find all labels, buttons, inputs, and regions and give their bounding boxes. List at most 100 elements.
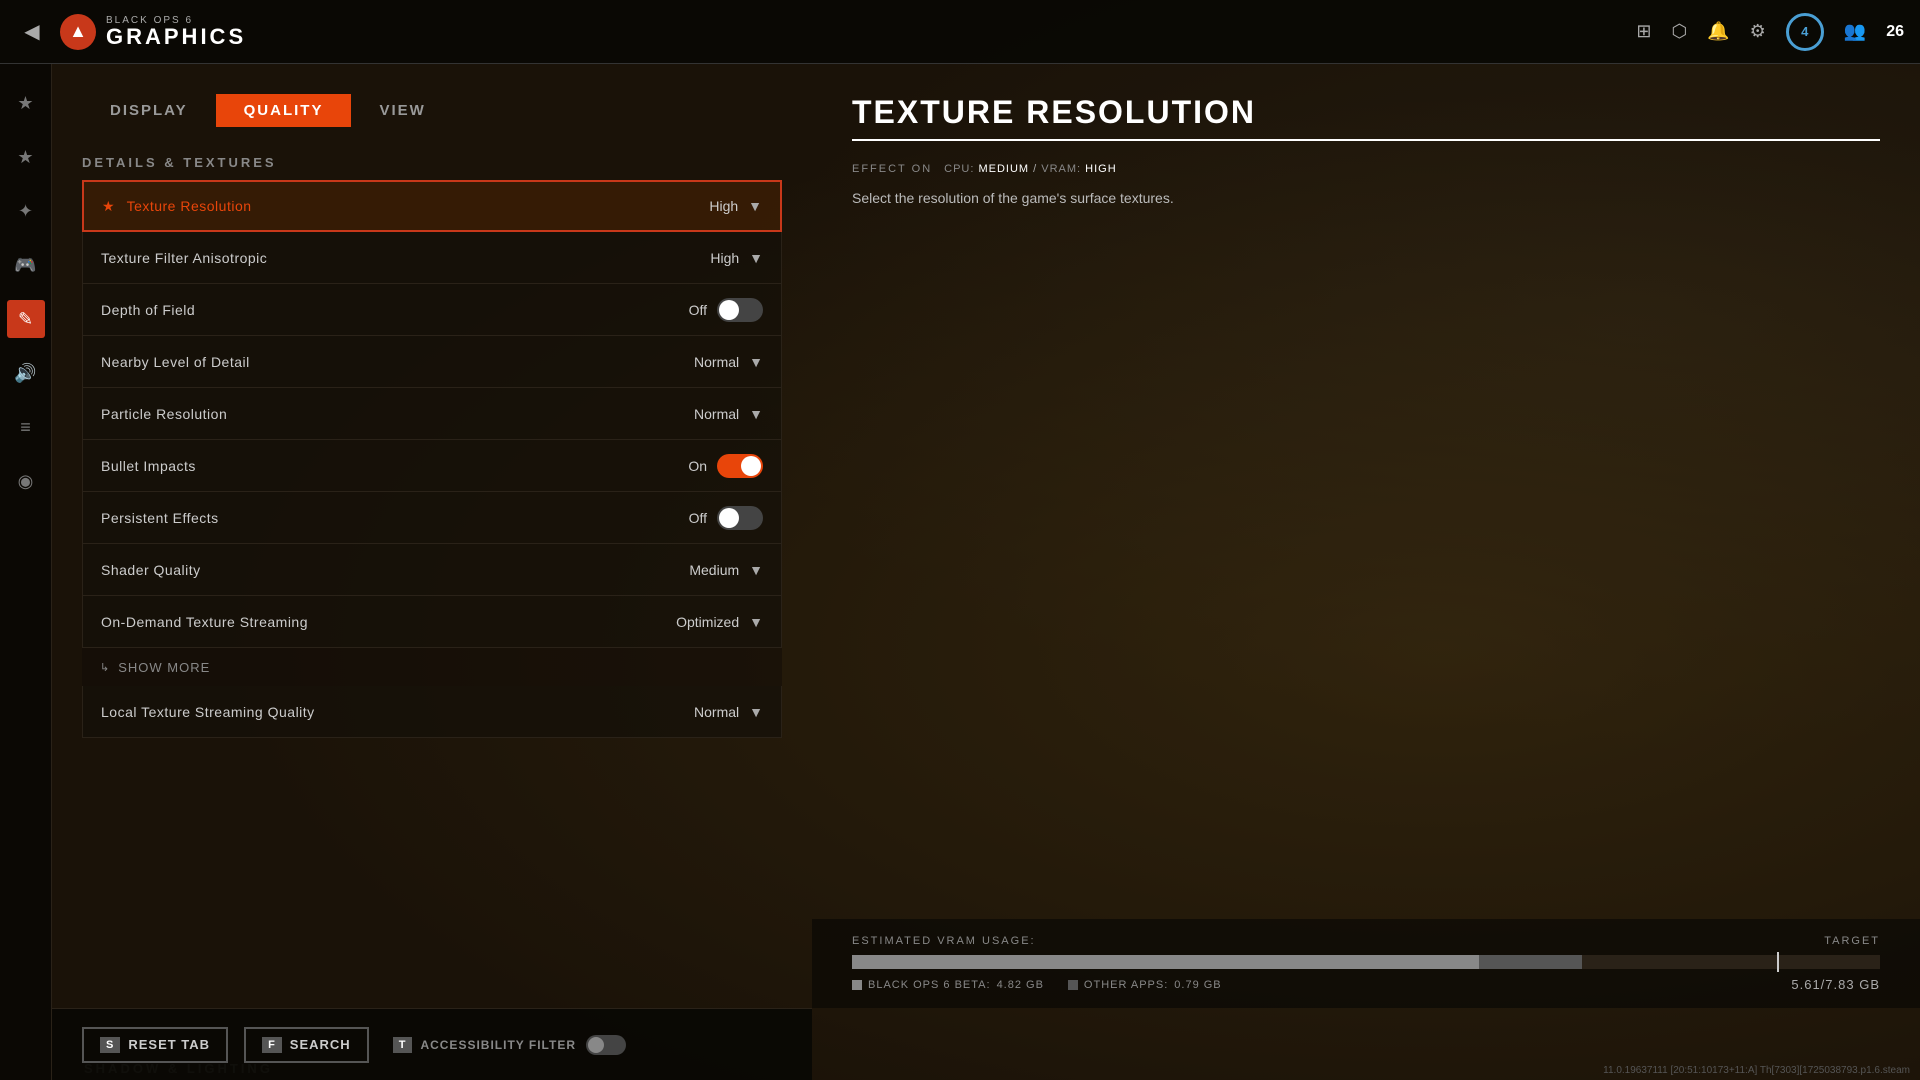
tab-display[interactable]: DISPLAY bbox=[82, 94, 216, 127]
setting-row-shader-quality[interactable]: Shader Quality Medium ▼ bbox=[82, 544, 782, 596]
accessibility-label: ACCESSIBILITY FILTER bbox=[420, 1038, 576, 1052]
sidebar-item-controller[interactable]: 🎮 bbox=[7, 246, 45, 284]
setting-value-nearby-lod: Normal ▼ bbox=[563, 354, 763, 370]
setting-row-texture-filter[interactable]: Texture Filter Anisotropic High ▼ bbox=[82, 232, 782, 284]
setting-name-local-streaming: Local Texture Streaming Quality bbox=[101, 704, 563, 720]
setting-row-ondemand-streaming[interactable]: On-Demand Texture Streaming Optimized ▼ bbox=[82, 596, 782, 648]
accessibility-key: T bbox=[393, 1037, 413, 1053]
setting-value-text-bullet-impacts: On bbox=[688, 458, 707, 474]
accessibility-toggle-knob bbox=[588, 1037, 604, 1053]
setting-name-particle-resolution: Particle Resolution bbox=[101, 406, 563, 422]
search-button[interactable]: F SEARCH bbox=[244, 1027, 369, 1063]
setting-row-texture-resolution[interactable]: ★ Texture Resolution High ▼ bbox=[82, 180, 782, 232]
dropdown-arrow-particle-resolution: ▼ bbox=[749, 406, 763, 422]
vram-label-s: VRAM: bbox=[1041, 163, 1085, 175]
info-description: Select the resolution of the game's surf… bbox=[852, 187, 1352, 209]
setting-value-text-depth-of-field: Off bbox=[689, 302, 707, 318]
setting-value-text-particle-resolution: Normal bbox=[694, 406, 739, 422]
setting-value-bullet-impacts: On bbox=[563, 454, 763, 478]
reset-key: S bbox=[100, 1037, 120, 1053]
sidebar-item-special[interactable]: ✦ bbox=[7, 192, 45, 230]
back-button[interactable]: ◀ bbox=[16, 16, 48, 48]
gear-icon[interactable]: ⚙ bbox=[1750, 21, 1766, 42]
setting-row-particle-resolution[interactable]: Particle Resolution Normal ▼ bbox=[82, 388, 782, 440]
search-label: SEARCH bbox=[290, 1037, 351, 1052]
logo: ▲ BLACK OPS 6 GRAPHICS bbox=[60, 14, 246, 50]
setting-value-text-local-streaming: Normal bbox=[694, 704, 739, 720]
cpu-label-s: CPU: bbox=[944, 163, 978, 175]
accessibility-toggle[interactable] bbox=[586, 1035, 626, 1055]
setting-name-shader-quality: Shader Quality bbox=[101, 562, 563, 578]
reset-tab-button[interactable]: S RESET TAB bbox=[82, 1027, 228, 1063]
friends-count: 26 bbox=[1886, 23, 1904, 41]
show-more-row[interactable]: ↳ SHOW MORE bbox=[82, 648, 782, 686]
right-panel: Texture Resolution EFFECT ON CPU: MEDIUM… bbox=[812, 64, 1920, 1080]
sidebar-item-favorites[interactable]: ★ bbox=[7, 84, 45, 122]
grid-icon[interactable]: ⊞ bbox=[1636, 21, 1651, 42]
sidebar-item-network[interactable]: ◉ bbox=[7, 462, 45, 500]
info-title: Texture Resolution bbox=[852, 94, 1880, 141]
level-circle: 4 bbox=[1786, 13, 1824, 51]
tabs-container: DISPLAY QUALITY VIEW bbox=[82, 94, 782, 127]
show-more-arrow-icon: ↳ bbox=[100, 661, 110, 674]
setting-name-depth-of-field: Depth of Field bbox=[101, 302, 563, 318]
nav-right: ⊞ ⬡ 🔔 ⚙ 4 👥 26 bbox=[1636, 13, 1904, 51]
dropdown-arrow-local-streaming: ▼ bbox=[749, 704, 763, 720]
setting-row-persistent-effects[interactable]: Persistent Effects Off bbox=[82, 492, 782, 544]
sidebar-item-interface[interactable]: ≡ bbox=[7, 408, 45, 446]
search-key: F bbox=[262, 1037, 282, 1053]
tab-quality[interactable]: QUALITY bbox=[216, 94, 352, 127]
toggle-persistent-effects[interactable] bbox=[717, 506, 763, 530]
game-logo-icon: ▲ bbox=[60, 14, 96, 50]
sidebar-item-star2[interactable]: ★ bbox=[7, 138, 45, 176]
star-icon: ★ bbox=[102, 198, 115, 215]
hexagon-icon[interactable]: ⬡ bbox=[1672, 21, 1688, 42]
main-content: DISPLAY QUALITY VIEW DETAILS & TEXTURES … bbox=[52, 64, 1920, 1080]
sidebar-item-audio[interactable]: 🔊 bbox=[7, 354, 45, 392]
dropdown-arrow-texture-resolution: ▼ bbox=[748, 198, 762, 214]
dropdown-arrow-shader-quality: ▼ bbox=[749, 562, 763, 578]
setting-row-bullet-impacts[interactable]: Bullet Impacts On bbox=[82, 440, 782, 492]
dropdown-arrow-nearby-lod: ▼ bbox=[749, 354, 763, 370]
effect-label: EFFECT ON bbox=[852, 163, 932, 175]
section-name: GRAPHICS bbox=[106, 26, 246, 48]
left-panel: DISPLAY QUALITY VIEW DETAILS & TEXTURES … bbox=[52, 64, 812, 1080]
dropdown-arrow-ondemand-streaming: ▼ bbox=[749, 614, 763, 630]
toggle-bullet-impacts[interactable] bbox=[717, 454, 763, 478]
setting-value-text-persistent-effects: Off bbox=[689, 510, 707, 526]
setting-value-local-streaming: Normal ▼ bbox=[563, 704, 763, 720]
setting-value-text-texture-resolution: High bbox=[709, 198, 738, 214]
setting-value-text-nearby-lod: Normal bbox=[694, 354, 739, 370]
setting-value-texture-filter: High ▼ bbox=[563, 250, 763, 266]
toggle-depth-of-field[interactable] bbox=[717, 298, 763, 322]
setting-name-bullet-impacts: Bullet Impacts bbox=[101, 458, 563, 474]
setting-value-shader-quality: Medium ▼ bbox=[563, 562, 763, 578]
logo-text: BLACK OPS 6 GRAPHICS bbox=[106, 16, 246, 48]
setting-row-nearby-lod[interactable]: Nearby Level of Detail Normal ▼ bbox=[82, 336, 782, 388]
bottom-bar: S RESET TAB F SEARCH T ACCESSIBILITY FIL… bbox=[52, 1008, 812, 1080]
version-text: 11.0.19637111 [20:51:10173+11:A] Th[7303… bbox=[1603, 1065, 1910, 1076]
dropdown-arrow-texture-filter: ▼ bbox=[749, 250, 763, 266]
bell-icon[interactable]: 🔔 bbox=[1707, 21, 1729, 42]
friends-icon[interactable]: 👥 bbox=[1844, 21, 1866, 42]
setting-value-ondemand-streaming: Optimized ▼ bbox=[563, 614, 763, 630]
setting-name-texture-filter: Texture Filter Anisotropic bbox=[101, 250, 563, 266]
setting-name-ondemand-streaming: On-Demand Texture Streaming bbox=[101, 614, 563, 630]
setting-row-depth-of-field[interactable]: Depth of Field Off bbox=[82, 284, 782, 336]
setting-row-local-streaming[interactable]: Local Texture Streaming Quality Normal ▼ bbox=[82, 686, 782, 738]
level-number: 4 bbox=[1801, 24, 1808, 39]
accessibility-button[interactable]: T ACCESSIBILITY FILTER bbox=[393, 1029, 576, 1061]
setting-value-text-shader-quality: Medium bbox=[689, 562, 739, 578]
settings-list: ★ Texture Resolution High ▼ Texture Filt… bbox=[82, 180, 782, 1045]
setting-name-persistent-effects: Persistent Effects bbox=[101, 510, 563, 526]
details-section-header: DETAILS & TEXTURES bbox=[82, 155, 782, 170]
setting-value-persistent-effects: Off bbox=[563, 506, 763, 530]
show-more-label: SHOW MORE bbox=[118, 660, 210, 675]
left-sidebar: ★ ★ ✦ 🎮 ✎ 🔊 ≡ ◉ bbox=[0, 64, 52, 1080]
sidebar-item-graphics[interactable]: ✎ bbox=[7, 300, 45, 338]
setting-value-depth-of-field: Off bbox=[563, 298, 763, 322]
top-nav: ◀ ▲ BLACK OPS 6 GRAPHICS ⊞ ⬡ 🔔 ⚙ 4 👥 26 bbox=[0, 0, 1920, 64]
reset-label: RESET TAB bbox=[128, 1037, 210, 1052]
tab-view[interactable]: VIEW bbox=[351, 94, 453, 127]
accessibility-toggle-container: T ACCESSIBILITY FILTER bbox=[393, 1029, 626, 1061]
